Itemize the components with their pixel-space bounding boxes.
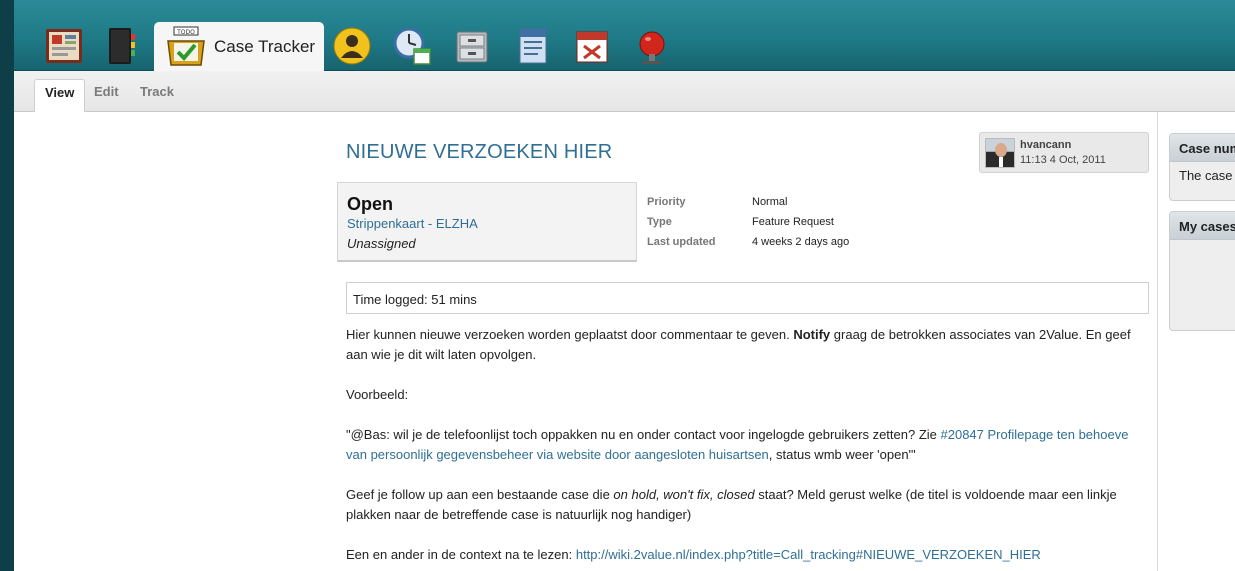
type-label: Type [647,216,672,228]
block-title: My cases [1170,212,1235,240]
project-link[interactable]: Strippenkaart - ELZHA [347,216,478,231]
tab-track[interactable]: Track [130,79,184,112]
author-timestamp: 11:13 4 Oct, 2011 [1020,154,1106,166]
status-label: Open [347,194,394,214]
todo-icon: TODO [164,25,208,69]
type-value: Feature Request [752,216,834,228]
body-text: Geef je follow up aan een bestaande case… [346,487,614,502]
tab-view[interactable]: View [34,79,86,112]
body-paragraph-2: Voorbeeld: [346,387,409,402]
notebook-icon[interactable] [98,24,142,68]
sidebar-divider [1157,112,1158,571]
body-paragraph-1: Hier kunnen nieuwe verzoeken worden gepl… [346,325,1146,365]
case-number-block: Case num The case [1169,133,1235,201]
priority-label: Priority [647,196,686,208]
page-title: NIEUWE VERZOEKEN HIER [346,141,613,163]
alarm-bell-icon[interactable] [630,24,674,68]
time-logged-box: Time logged: 51 mins [346,282,1149,314]
priority-value: Normal [752,196,788,208]
clock-calendar-icon[interactable] [390,24,434,68]
body-bold: Notify [793,327,831,342]
body-paragraph-5: Een en ander in de context na te lezen: … [346,545,1146,565]
subtab-bar: View Edit Track [14,71,1235,112]
body-text: "@Bas: wil je de telefoonlijst toch oppa… [346,427,941,442]
body-italic: on hold, won't fix, closed [613,487,755,502]
calendar-icon[interactable] [570,24,614,68]
block-text: The case [1179,168,1233,183]
wiki-link[interactable]: http://wiki.2value.nl/index.php?title=Ca… [576,547,1041,562]
avatar[interactable] [985,138,1015,168]
updated-label: Last updated [647,236,716,248]
body-paragraph-4: Geef je follow up aan een bestaande case… [346,485,1146,525]
updated-value: 4 weeks 2 days ago [752,236,850,248]
status-box: Open Strippenkaart - ELZHA Unassigned [337,182,637,262]
body-text: Hier kunnen nieuwe verzoeken worden gepl… [346,327,794,342]
filing-cabinet-icon[interactable] [450,24,494,68]
active-app-label: Case Tracker [214,37,316,56]
tab-edit[interactable]: Edit [84,79,129,112]
assignee-label: Unassigned [347,236,416,251]
svg-text:TODO: TODO [176,29,195,36]
author-name[interactable]: hvancann [1020,139,1071,151]
dashboard-icon[interactable] [42,24,86,68]
tab-case-tracker[interactable]: TODO Case Tracker [154,22,324,71]
body-text: , status wmb weer 'open'" [768,447,916,462]
app-bar: TODO Case Tracker [14,0,1235,71]
block-title: Case num [1170,134,1235,162]
my-cases-block: My cases [1169,211,1235,331]
window-edge [0,0,14,571]
body-paragraph-3: "@Bas: wil je de telefoonlijst toch oppa… [346,425,1146,465]
support-icon[interactable] [510,24,554,68]
author-card: hvancann 11:13 4 Oct, 2011 [979,132,1149,173]
body-text: Een en ander in de context na te lezen: [346,547,576,562]
user-icon[interactable] [330,24,374,68]
